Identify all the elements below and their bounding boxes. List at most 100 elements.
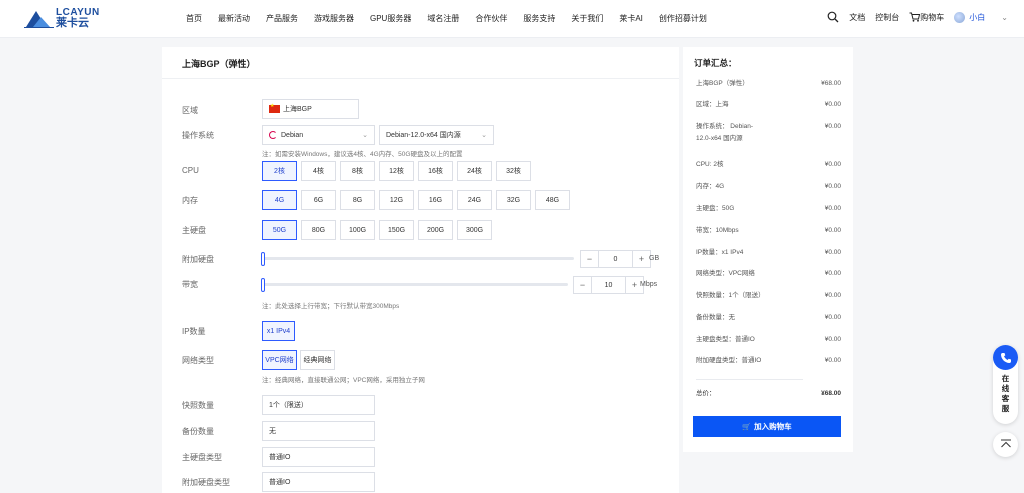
- summary-divider: [696, 379, 803, 380]
- extra-disk-type-label: 附加硬盘类型: [182, 478, 230, 487]
- region-value: 上海BGP: [283, 106, 312, 113]
- nav-game-servers[interactable]: 游戏服务器: [314, 13, 354, 24]
- extra-disk-type-value: 普通IO: [269, 479, 291, 486]
- disk-option-100g[interactable]: 100G: [340, 220, 375, 240]
- avatar: [954, 11, 966, 23]
- extra-disk-value[interactable]: 0: [599, 251, 632, 267]
- cart-icon: [909, 12, 921, 22]
- bandwidth-slider-track[interactable]: [262, 283, 568, 286]
- summary-row-label: 备份数量：无: [696, 314, 735, 321]
- summary-row-price: ¥0.00: [824, 249, 841, 256]
- nav-about[interactable]: 关于我们: [571, 13, 603, 24]
- disk-option-150g[interactable]: 150G: [379, 220, 414, 240]
- console-link[interactable]: 控制台: [875, 12, 899, 23]
- nav-gpu-servers[interactable]: GPU服务器: [370, 13, 411, 24]
- region-select[interactable]: 上海BGP: [262, 99, 359, 119]
- memory-option-24g[interactable]: 24G: [457, 190, 492, 210]
- summary-row-label: 内存：4G: [696, 183, 725, 190]
- user-name: 小白: [969, 12, 986, 22]
- cpu-option-8[interactable]: 8核: [340, 161, 375, 181]
- memory-option-8g[interactable]: 8G: [340, 190, 375, 210]
- nav-ai[interactable]: 莱卡AI: [619, 13, 643, 24]
- region-label: 区域: [182, 106, 198, 115]
- disk-option-80g[interactable]: 80G: [301, 220, 336, 240]
- memory-option-32g[interactable]: 32G: [496, 190, 531, 210]
- disk-label: 主硬盘: [182, 226, 206, 235]
- summary-row-price: ¥0.00: [824, 101, 841, 108]
- disk-option-200g[interactable]: 200G: [418, 220, 453, 240]
- user-menu[interactable]: 小白 ⌄: [954, 11, 1008, 23]
- add-to-cart-label: 加入购物车: [754, 422, 792, 431]
- chevron-down-icon: ⌄: [481, 132, 487, 139]
- memory-option-48g[interactable]: 48G: [535, 190, 570, 210]
- memory-option-6g[interactable]: 6G: [301, 190, 336, 210]
- extra-disk-plus-button[interactable]: +: [632, 251, 650, 267]
- bandwidth-minus-button[interactable]: −: [574, 277, 592, 293]
- network-note: 注：经典网络，直接联通公网；VPC网络，采用独立子网: [262, 377, 425, 384]
- disk-option-50g[interactable]: 50G: [262, 220, 297, 240]
- snapshot-field[interactable]: 1个（限送）: [262, 395, 375, 415]
- memory-option-4g[interactable]: 4G: [262, 190, 297, 210]
- nav-creator[interactable]: 创作招募计划: [659, 13, 707, 24]
- cpu-option-2[interactable]: 2核: [262, 161, 297, 181]
- os-family-value: Debian: [281, 131, 304, 139]
- extra-disk-slider-track[interactable]: [262, 257, 574, 260]
- cart-link[interactable]: 购物车: [909, 12, 944, 23]
- memory-option-16g[interactable]: 16G: [418, 190, 453, 210]
- search-icon[interactable]: [827, 11, 839, 23]
- bandwidth-note: 注：此处选择上行带宽；下行默认带宽300Mbps: [262, 303, 400, 310]
- nav-events[interactable]: 最新活动: [218, 13, 250, 24]
- extra-disk-stepper: − 0 +: [580, 250, 651, 268]
- summary-row-label: 上海BGP（弹性）: [696, 80, 749, 87]
- disk-type-field[interactable]: 普通IO: [262, 447, 375, 467]
- cpu-option-12[interactable]: 12核: [379, 161, 414, 181]
- phone-icon: [993, 345, 1018, 370]
- add-to-cart-button[interactable]: 🛒 加入购物车: [693, 416, 841, 437]
- chevron-up-icon: [1000, 439, 1012, 450]
- nav-partners[interactable]: 合作伙伴: [475, 13, 507, 24]
- network-option-vpc[interactable]: VPC网络: [262, 350, 297, 370]
- bandwidth-unit: Mbps: [640, 281, 658, 288]
- logo-text-cn: 莱卡云: [56, 17, 89, 29]
- bandwidth-stepper: − 10 +: [573, 276, 644, 294]
- backup-label: 备份数量: [182, 427, 214, 436]
- cpu-option-24[interactable]: 24核: [457, 161, 492, 181]
- summary-row-price: ¥0.00: [824, 292, 841, 299]
- network-option-classic[interactable]: 经典网络: [300, 350, 335, 370]
- bandwidth-slider-handle[interactable]: [261, 278, 265, 292]
- nav-domains[interactable]: 域名注册: [427, 13, 459, 24]
- back-to-top-button[interactable]: [993, 432, 1018, 457]
- config-panel: 上海BGP（弹性） 区域 上海BGP 操作系统 Debian ⌄ Debian-…: [162, 47, 679, 493]
- cpu-option-4[interactable]: 4核: [301, 161, 336, 181]
- summary-row-label: 带宽：10Mbps: [696, 227, 739, 234]
- disk-option-300g[interactable]: 300G: [457, 220, 492, 240]
- summary-row-price: ¥0.00: [824, 270, 841, 277]
- os-family-select[interactable]: Debian ⌄: [262, 125, 375, 145]
- bandwidth-value[interactable]: 10: [592, 277, 625, 293]
- main-nav: 首页 最新活动 产品服务 游戏服务器 GPU服务器 域名注册 合作伙伴 服务支持…: [186, 13, 707, 24]
- online-service-widget[interactable]: 在线客服: [993, 345, 1018, 424]
- network-label: 网络类型: [182, 356, 214, 365]
- cpu-option-16[interactable]: 16核: [418, 161, 453, 181]
- nav-home[interactable]: 首页: [186, 13, 202, 24]
- docs-link[interactable]: 文档: [849, 12, 865, 23]
- extra-disk-slider-handle[interactable]: [261, 252, 265, 266]
- page-title: 上海BGP（弹性）: [162, 47, 679, 79]
- nav-support[interactable]: 服务支持: [523, 13, 555, 24]
- logo[interactable]: LCAYUN 莱卡云: [24, 8, 100, 29]
- backup-field[interactable]: 无: [262, 421, 375, 441]
- os-version-select[interactable]: Debian-12.0-x64 国内源 ⌄: [379, 125, 494, 145]
- cart-icon: 🛒: [742, 423, 752, 431]
- disk-type-label: 主硬盘类型: [182, 453, 222, 462]
- extra-disk-type-field[interactable]: 普通IO: [262, 472, 375, 492]
- os-label: 操作系统: [182, 131, 214, 140]
- summary-row-label: 主硬盘：50G: [696, 205, 735, 212]
- memory-option-12g[interactable]: 12G: [379, 190, 414, 210]
- extra-disk-minus-button[interactable]: −: [581, 251, 599, 267]
- logo-mark-icon: [24, 9, 54, 29]
- cpu-option-32[interactable]: 32核: [496, 161, 531, 181]
- nav-products[interactable]: 产品服务: [266, 13, 298, 24]
- total-label: 总价：: [696, 390, 716, 397]
- os-note: 注：如需安装Windows，建议选4核、4G内存、50G硬盘及以上的配置: [262, 151, 463, 158]
- ip-option-ipv4[interactable]: x1 IPv4: [262, 321, 295, 341]
